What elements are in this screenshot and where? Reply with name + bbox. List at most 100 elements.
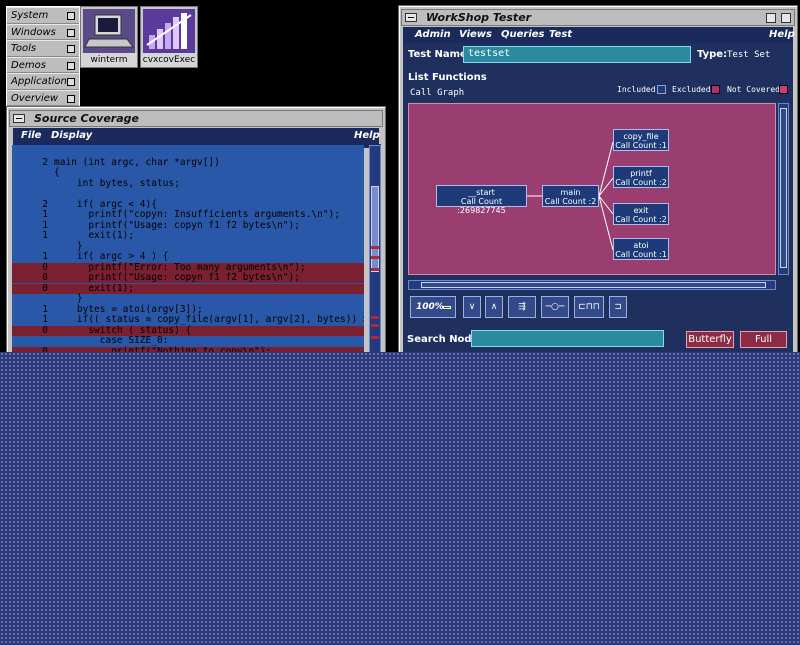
node-count: Call Count :269827745	[457, 197, 506, 215]
call-graph-canvas[interactable]: __start Call Count :269827745 main Call …	[408, 103, 776, 275]
layout-vertical-button[interactable]: ⊐	[609, 296, 627, 318]
zoom-in-button[interactable]: ∧	[485, 296, 503, 318]
node-atoi[interactable]: atoi Call Count :1	[613, 238, 669, 260]
uncovered-marker	[371, 256, 379, 259]
code-text: {	[54, 167, 60, 178]
butterfly-button[interactable]: Butterfly	[686, 331, 734, 348]
chevron-down-icon: ∨	[468, 302, 476, 312]
menu-admin[interactable]: Admin	[415, 29, 451, 40]
code-line[interactable]: int bytes, status;	[12, 178, 364, 189]
legend-excluded-label: Excluded	[672, 85, 711, 94]
toolchest-item-overview[interactable]: Overview	[7, 89, 79, 106]
toolchest-label: Overview	[11, 92, 59, 104]
menu-help[interactable]: Help	[769, 29, 795, 40]
toolchest-item-tools[interactable]: Tools	[7, 40, 79, 57]
maximize-icon[interactable]	[781, 13, 791, 23]
execution-count: 1	[42, 230, 48, 241]
execution-count: 1	[42, 209, 48, 220]
desktop-background	[0, 352, 800, 645]
code-text: }	[54, 293, 83, 304]
execution-count: 1	[42, 303, 48, 315]
zoom-menu[interactable]: 100%	[410, 296, 456, 318]
toolchest-item-windows[interactable]: Windows	[7, 23, 79, 40]
node-start[interactable]: __start Call Count :269827745	[436, 185, 527, 215]
tester-titlebar[interactable]: WorkShop Tester	[401, 9, 795, 26]
node-exit[interactable]: exit Call Count :2	[613, 203, 669, 225]
menu-file[interactable]: File	[21, 130, 41, 141]
uncovered-marker	[371, 316, 379, 319]
code-line[interactable]: 2 if( argc < 4){	[12, 199, 364, 210]
code-line[interactable]	[12, 189, 364, 199]
search-node-input[interactable]	[471, 330, 664, 347]
node-count: Call Count :1	[615, 250, 667, 259]
toolchest-item-demos[interactable]: Demos	[7, 56, 79, 73]
source-code-view[interactable]: 2 main (int argc, char *argv[]){ int byte…	[12, 145, 364, 367]
node-name: __start	[468, 188, 495, 197]
desktop-icon-winterm[interactable]: winterm	[80, 6, 138, 68]
code-line[interactable]: {	[12, 168, 364, 178]
full-button[interactable]: Full	[740, 331, 787, 348]
node-copy-file[interactable]: copy_file Call Count :1	[613, 129, 669, 151]
code-line[interactable]	[12, 147, 364, 157]
node-name: printf	[630, 169, 652, 178]
code-line[interactable]: 2 main (int argc, char *argv[])	[12, 156, 364, 168]
test-name-input[interactable]: testset	[463, 46, 691, 63]
window-menu-icon[interactable]	[13, 114, 25, 123]
type-label: Type:	[697, 49, 728, 60]
uncovered-marker	[371, 336, 379, 339]
toolchest: System Windows Tools Demos Applications …	[6, 6, 80, 107]
toolchest-item-applications[interactable]: Applications	[7, 73, 79, 90]
menu-test[interactable]: Test	[549, 29, 572, 40]
desktop-icon-cvxcovexec[interactable]: cvxcovExec	[140, 6, 198, 68]
code-line[interactable]: 1 exit(1);	[12, 231, 364, 241]
graph-vertical-scrollbar[interactable]	[778, 103, 789, 275]
realign-button[interactable]: ─○─	[541, 296, 569, 318]
execution-count: 1	[42, 219, 48, 231]
menu-views[interactable]: Views	[459, 29, 492, 40]
code-text: if( argc > 4 ) {	[54, 251, 169, 262]
node-main[interactable]: main Call Count :2	[542, 185, 599, 207]
scrollbar-thumb[interactable]	[421, 282, 766, 288]
code-line[interactable]: 1 printf("copyn: Insufficients arguments…	[12, 210, 364, 220]
overview-button[interactable]: ⇶	[508, 296, 536, 318]
source-coverage-titlebar[interactable]: Source Coverage	[9, 110, 383, 127]
code-line[interactable]: 1 if(( status = copy_file(argv[1], argv[…	[12, 315, 364, 325]
code-line[interactable]: 1 if( argc > 4 ) {	[12, 252, 364, 262]
expand-icon	[67, 28, 75, 37]
scrollbar-thumb[interactable]	[780, 108, 787, 268]
code-line[interactable]: }	[12, 294, 364, 304]
overview-icon: ⇶	[518, 302, 526, 312]
menu-help[interactable]: Help	[354, 130, 380, 141]
code-line[interactable]: 1 printf("Usage: copyn f1 f2 bytes\n");	[12, 219, 364, 231]
menu-queries[interactable]: Queries	[501, 29, 545, 40]
expand-icon	[67, 61, 75, 70]
tester-menubar: Admin Views Queries Test Help	[403, 27, 795, 43]
code-line[interactable]: 0 exit(1);	[12, 283, 364, 294]
code-line[interactable]: 0 switch ( status) {	[12, 324, 364, 336]
graph-horizontal-scrollbar[interactable]	[408, 280, 776, 290]
execution-count: 2	[42, 156, 48, 168]
node-printf[interactable]: printf Call Count :2	[613, 166, 669, 188]
window-menu-icon[interactable]	[405, 13, 417, 22]
code-line[interactable]: 1 bytes = atoi(argv[3]);	[12, 303, 364, 315]
code-line[interactable]: 0 printf("Usage: copyn f1 f2 bytes\n");	[12, 273, 364, 283]
code-text: printf("Usage: copyn f1 f2 bytes\n");	[54, 219, 300, 231]
legend-not-covered-swatch	[779, 85, 788, 94]
menu-display[interactable]: Display	[51, 130, 92, 141]
code-text: bytes = atoi(argv[3]);	[54, 303, 203, 315]
source-scrollbar[interactable]	[369, 145, 381, 367]
minimize-icon[interactable]	[766, 13, 776, 23]
layout-horizontal-button[interactable]: ⊏⊓⊓	[574, 296, 604, 318]
legend-not-covered-label: Not Covered	[727, 85, 780, 94]
zoom-out-button[interactable]: ∨	[463, 296, 481, 318]
code-text: switch ( status) {	[54, 324, 192, 336]
call-graph-label: Call Graph	[410, 88, 465, 98]
legend-included-swatch	[657, 85, 666, 94]
code-line[interactable]: }	[12, 241, 364, 252]
code-line[interactable]: case SIZE_0:	[12, 336, 364, 346]
scrollbar-thumb[interactable]	[371, 186, 379, 272]
code-line[interactable]: 0 printf("Error: Too many arguments\n");	[12, 262, 364, 273]
code-text: case SIZE_0:	[54, 335, 169, 346]
toolchest-item-system[interactable]: System	[7, 7, 79, 24]
execution-count: 0	[42, 272, 48, 283]
